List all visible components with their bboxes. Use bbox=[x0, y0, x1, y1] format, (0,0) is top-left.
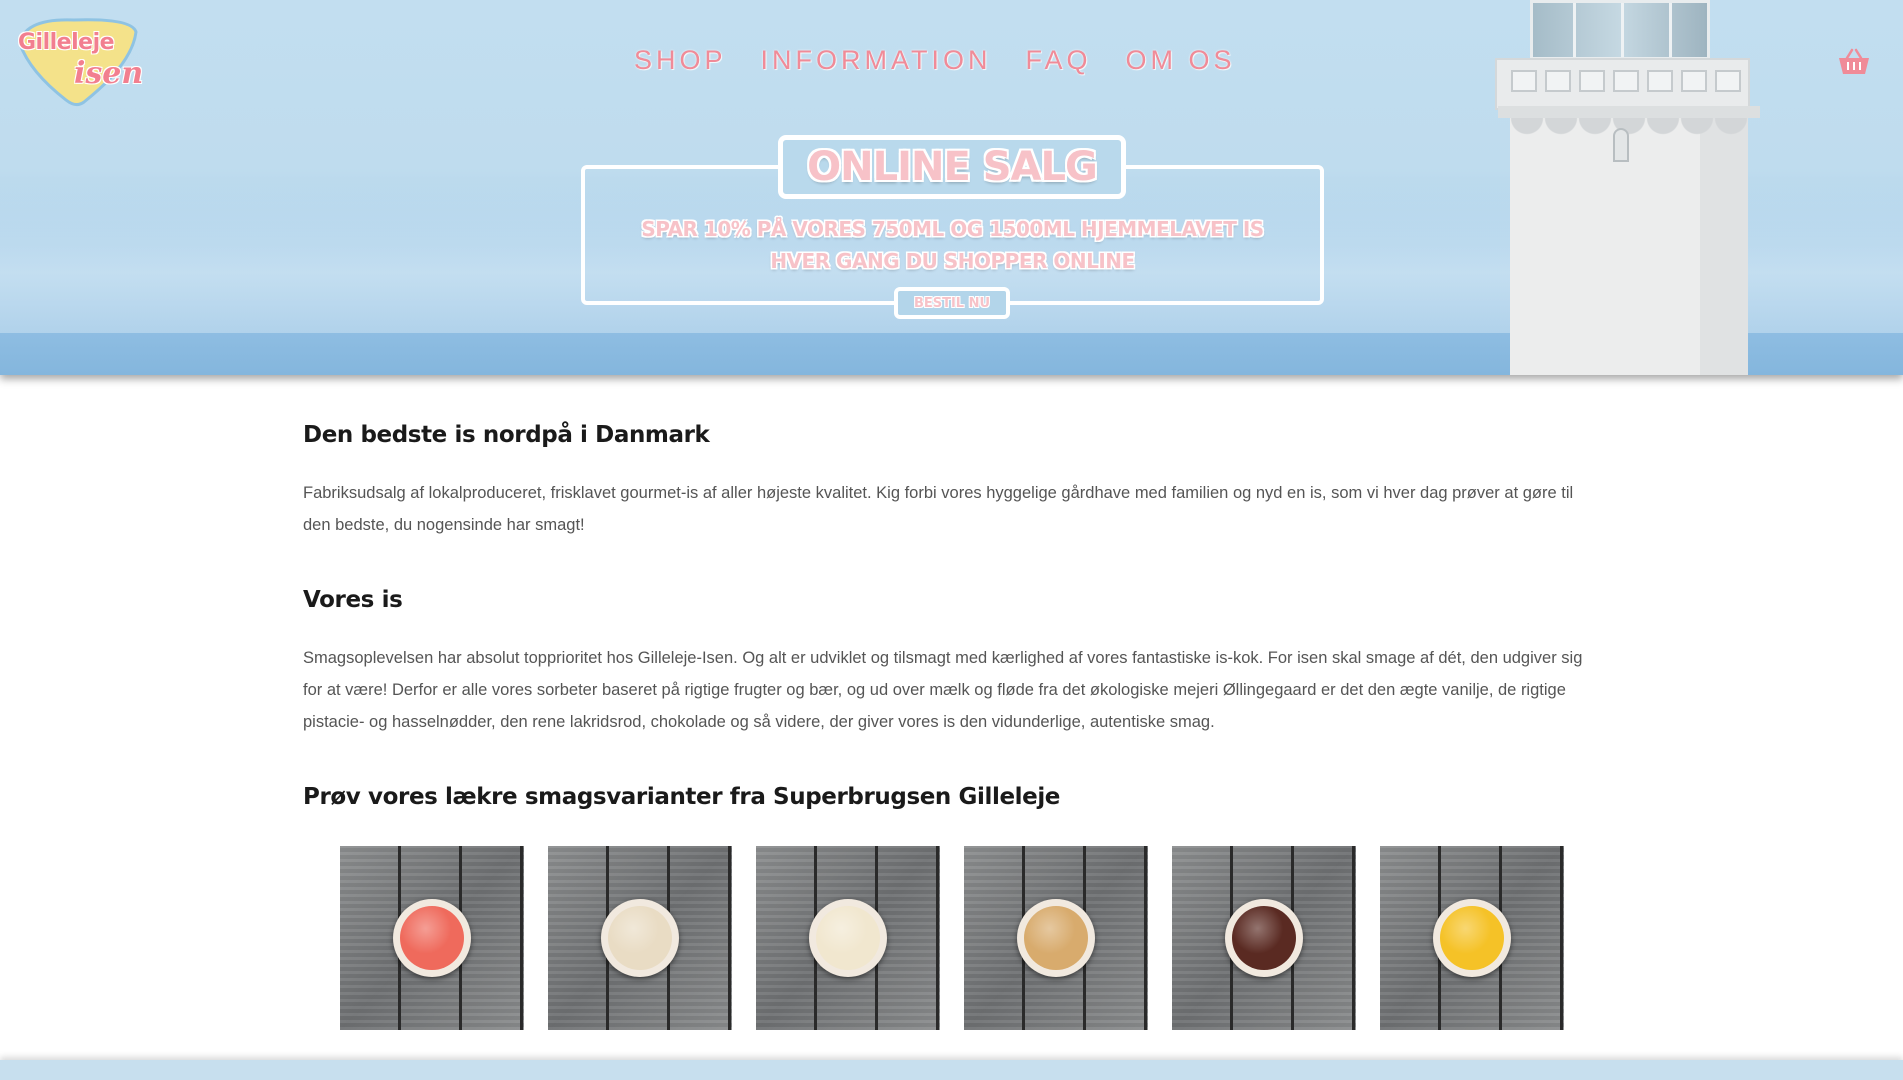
flavor-tile[interactable] bbox=[1172, 846, 1356, 1030]
lighthouse-gallery bbox=[1495, 58, 1750, 110]
lighthouse-illustration bbox=[1490, 0, 1760, 375]
section-text-our-ice-cream: Smagsoplevelsen har absolut topprioritet… bbox=[303, 649, 1583, 731]
lighthouse-lantern bbox=[1530, 0, 1710, 60]
ice-cream-scoop bbox=[1232, 906, 1296, 970]
promo-subtitle: SPAR 10% PÅ VORES 750ML OG 1500ML HJEMME… bbox=[600, 213, 1305, 277]
footer-strip bbox=[0, 1060, 1903, 1080]
promo-subtitle-line1: SPAR 10% PÅ VORES 750ML OG 1500ML HJEMME… bbox=[641, 217, 1264, 241]
section-text-best-ice-cream: Fabriksudsalg af lokalproduceret, friskl… bbox=[303, 484, 1574, 534]
flavor-tile[interactable] bbox=[964, 846, 1148, 1030]
ice-cream-scoop bbox=[608, 906, 672, 970]
nav-item-om-os[interactable]: OM OS bbox=[1126, 45, 1236, 76]
promo-title: ONLINE SALG bbox=[807, 144, 1098, 190]
nav-item-faq[interactable]: FAQ bbox=[1026, 45, 1092, 76]
ice-cream-scoop bbox=[1024, 906, 1088, 970]
nav-item-shop[interactable]: SHOP bbox=[634, 45, 727, 76]
ice-cream-scoop bbox=[816, 906, 880, 970]
lighthouse-window bbox=[1613, 128, 1629, 162]
flavor-tile[interactable] bbox=[340, 846, 524, 1030]
ice-cream-scoop bbox=[1440, 906, 1504, 970]
logo-text-line1: Gilleleje bbox=[18, 30, 115, 55]
promo-subtitle-line2: HVER GANG DU SHOPPER ONLINE bbox=[770, 249, 1135, 273]
section-heading-best-ice-cream: Den bedste is nordpå i Danmark bbox=[303, 422, 710, 448]
ice-cream-scoop bbox=[400, 906, 464, 970]
hero-banner: Gilleleje isen SHOP INFORMATION FAQ OM O… bbox=[0, 0, 1903, 375]
promo-title-box: ONLINE SALG bbox=[778, 135, 1126, 199]
section-heading-flavors: Prøv vores lækre smagsvarianter fra Supe… bbox=[303, 784, 1061, 810]
order-now-button[interactable]: BESTIL NU bbox=[894, 287, 1010, 319]
nav-item-information[interactable]: INFORMATION bbox=[761, 45, 992, 76]
flavor-tile[interactable] bbox=[548, 846, 732, 1030]
flavor-tile[interactable] bbox=[1380, 846, 1564, 1030]
flavor-gallery bbox=[340, 846, 1564, 1030]
main-nav: SHOP INFORMATION FAQ OM OS bbox=[634, 45, 1270, 76]
flavor-tile[interactable] bbox=[756, 846, 940, 1030]
site-logo[interactable]: Gilleleje isen bbox=[14, 14, 144, 110]
basket-icon[interactable] bbox=[1838, 48, 1870, 76]
section-heading-our-ice-cream: Vores is bbox=[303, 587, 403, 613]
logo-text-line2: isen bbox=[74, 56, 144, 91]
